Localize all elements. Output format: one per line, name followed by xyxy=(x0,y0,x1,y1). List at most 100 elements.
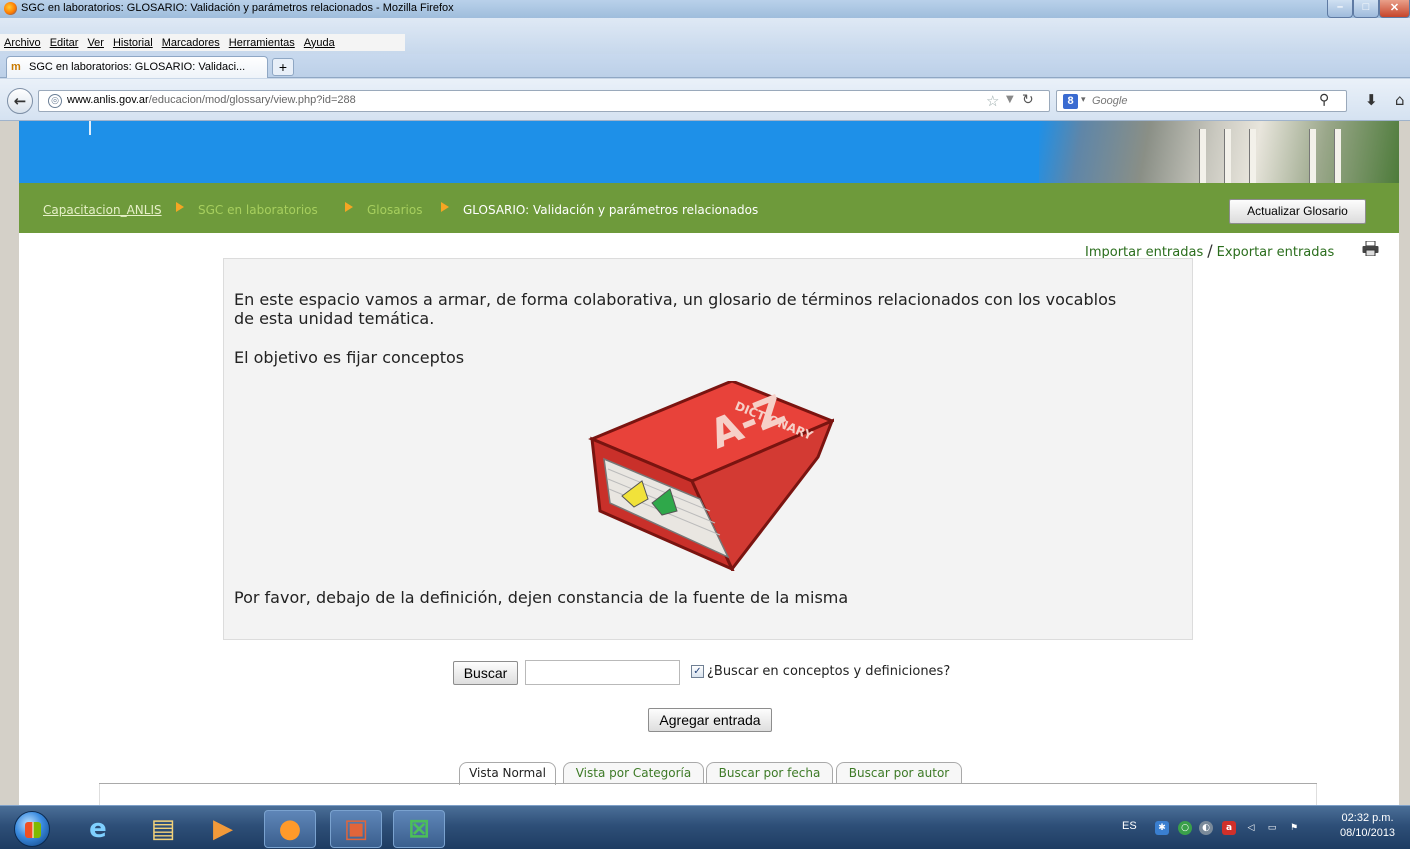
back-button[interactable]: ← xyxy=(7,88,33,114)
breadcrumb-current: GLOSARIO: Validación y parámetros relaci… xyxy=(463,203,759,217)
breadcrumb-arrow-icon xyxy=(345,202,353,212)
new-tab-button[interactable]: + xyxy=(272,58,294,76)
media-player-icon: ▶ xyxy=(213,814,233,844)
browser-tab[interactable]: m SGC en laboratorios: GLOSARIO: Validac… xyxy=(6,56,268,78)
building-column xyxy=(1224,129,1231,183)
moodle-icon: m xyxy=(11,61,21,73)
action-center-flag-icon[interactable]: ⚑ xyxy=(1287,821,1301,835)
powerpoint-icon: ▣ xyxy=(343,814,369,844)
header-building-photo xyxy=(1039,121,1399,183)
taskbar-file-explorer[interactable]: ▤ xyxy=(137,810,189,848)
taskbar-firefox[interactable]: ● xyxy=(264,810,316,848)
taskbar-clock[interactable]: 02:32 p.m. 08/10/2013 xyxy=(1340,811,1395,841)
windows-logo-icon xyxy=(25,822,41,838)
menu-archivo[interactable]: Archivo xyxy=(4,37,41,49)
power-icon[interactable]: ◐ xyxy=(1199,821,1213,835)
maximize-button[interactable]: □ xyxy=(1353,0,1379,18)
entries-panel xyxy=(99,784,1317,805)
link-separator: / xyxy=(1207,241,1213,260)
search-button[interactable]: Buscar xyxy=(453,661,518,685)
taskbar-media-player[interactable]: ▶ xyxy=(197,810,249,848)
left-gutter xyxy=(0,121,19,805)
header-decoration xyxy=(89,121,91,135)
url-bar[interactable]: ◎ www.anlis.gov.ar/educacion/mod/glossar… xyxy=(38,90,1050,112)
menu-marcadores[interactable]: Marcadores xyxy=(162,37,220,49)
home-icon[interactable]: ⌂ xyxy=(1395,91,1405,109)
right-scrollbar[interactable] xyxy=(1399,121,1410,805)
url-path: /educacion/mod/glossary/view.php?id=288 xyxy=(148,94,356,106)
glossary-intro-box: En este espacio vamos a armar, de forma … xyxy=(223,258,1193,640)
menu-bar: Archivo Editar Ver Historial Marcadores … xyxy=(0,34,405,51)
bookmark-star-icon[interactable]: ☆ xyxy=(986,92,999,110)
menu-historial[interactable]: Historial xyxy=(113,37,153,49)
breadcrumb-course-link[interactable]: SGC en laboratorios xyxy=(198,203,318,217)
page-viewport: Capacitacion_ANLIS SGC en laboratorios G… xyxy=(0,121,1410,805)
window-title: SGC en laboratorios: GLOSARIO: Validació… xyxy=(21,2,454,14)
firefox-icon xyxy=(4,2,17,15)
clock-time: 02:32 p.m. xyxy=(1341,812,1394,824)
search-bar[interactable]: 8 ▾ Google ⚲ xyxy=(1056,90,1347,112)
site-header xyxy=(19,121,1399,183)
url-domain: www.anlis.gov.ar xyxy=(67,94,149,106)
printer-icon[interactable] xyxy=(1362,241,1379,256)
add-entry-button[interactable]: Agregar entrada xyxy=(648,708,772,732)
update-glossary-button[interactable]: Actualizar Glosario xyxy=(1229,199,1366,224)
building-column xyxy=(1334,129,1341,183)
menu-editar[interactable]: Editar xyxy=(50,37,79,49)
excel-icon: ⊠ xyxy=(408,814,430,844)
breadcrumb: Capacitacion_ANLIS SGC en laboratorios G… xyxy=(19,183,1399,233)
breadcrumb-glossaries-link[interactable]: Glosarios xyxy=(367,203,422,217)
taskbar-powerpoint[interactable]: ▣ xyxy=(330,810,382,848)
breadcrumb-arrow-icon xyxy=(176,202,184,212)
dictionary-book-image: A-Z DICTIONARY xyxy=(588,381,834,571)
google-icon[interactable]: 8 xyxy=(1063,94,1078,109)
window-titlebar: SGC en laboratorios: GLOSARIO: Validació… xyxy=(0,0,1410,18)
taskbar-internet-explorer[interactable]: e xyxy=(72,810,124,848)
menu-herramientas[interactable]: Herramientas xyxy=(229,37,295,49)
url-text: www.anlis.gov.ar/educacion/mod/glossary/… xyxy=(67,94,356,106)
windows-taskbar: e ▤ ▶ ● ▣ ⊠ ES ✱ ○ ◐ a ◁ ▭ ⚑ 02:32 p.m. … xyxy=(0,805,1410,849)
close-button[interactable]: ✕ xyxy=(1379,0,1410,18)
search-icon[interactable]: ⚲ xyxy=(1319,92,1329,108)
dropbox-icon[interactable]: ✱ xyxy=(1155,821,1169,835)
sync-icon[interactable]: ○ xyxy=(1178,821,1192,835)
export-entries-link[interactable]: Exportar entradas xyxy=(1217,245,1335,260)
tab-buscar-autor[interactable]: Buscar por autor xyxy=(836,762,962,784)
intro-source-note: Por favor, debajo de la definición, deje… xyxy=(234,588,849,607)
search-engine-dropdown-icon[interactable]: ▾ xyxy=(1081,95,1086,105)
search-input[interactable] xyxy=(525,660,680,685)
firefox-icon: ● xyxy=(278,814,302,844)
menu-ver[interactable]: Ver xyxy=(87,37,104,49)
internet-explorer-icon: e xyxy=(89,814,107,844)
menu-ayuda[interactable]: Ayuda xyxy=(304,37,335,49)
clock-date: 08/10/2013 xyxy=(1340,827,1396,839)
intro-objective: El objetivo es fijar conceptos xyxy=(234,348,465,367)
download-icon[interactable]: ⬇ xyxy=(1365,91,1378,109)
building-column xyxy=(1199,129,1206,183)
building-column xyxy=(1249,129,1256,183)
breadcrumb-home-link[interactable]: Capacitacion_ANLIS xyxy=(43,203,162,217)
browser-tab-bar: m SGC en laboratorios: GLOSARIO: Validac… xyxy=(0,54,1410,78)
building-column xyxy=(1309,129,1316,183)
ati-icon[interactable]: a xyxy=(1222,821,1236,835)
tab-vista-categoria[interactable]: Vista por Categoría xyxy=(563,762,704,784)
history-dropdown-icon[interactable]: ▼ xyxy=(1006,94,1014,105)
navigation-bar: ← ◎ www.anlis.gov.ar/educacion/mod/gloss… xyxy=(0,79,1410,121)
taskbar-excel[interactable]: ⊠ xyxy=(393,810,445,848)
search-definitions-checkbox[interactable]: ✓ xyxy=(691,665,704,678)
tab-buscar-fecha[interactable]: Buscar por fecha xyxy=(706,762,833,784)
search-placeholder: Google xyxy=(1092,95,1128,107)
volume-icon[interactable]: ◁ xyxy=(1244,821,1258,835)
tab-vista-normal[interactable]: Vista Normal xyxy=(459,762,556,785)
minimize-button[interactable]: – xyxy=(1327,0,1353,18)
reload-icon[interactable]: ↻ xyxy=(1022,92,1034,108)
globe-icon: ◎ xyxy=(48,94,62,108)
search-definitions-label: ¿Buscar en conceptos y definiciones? xyxy=(707,664,951,679)
language-indicator[interactable]: ES xyxy=(1122,820,1137,832)
browser-tab-label: SGC en laboratorios: GLOSARIO: Validaci.… xyxy=(29,61,246,73)
intro-paragraph: En este espacio vamos a armar, de forma … xyxy=(234,290,1117,328)
network-icon[interactable]: ▭ xyxy=(1265,821,1279,835)
breadcrumb-arrow-icon xyxy=(441,202,449,212)
start-button[interactable] xyxy=(14,811,50,847)
folder-icon: ▤ xyxy=(150,814,176,844)
